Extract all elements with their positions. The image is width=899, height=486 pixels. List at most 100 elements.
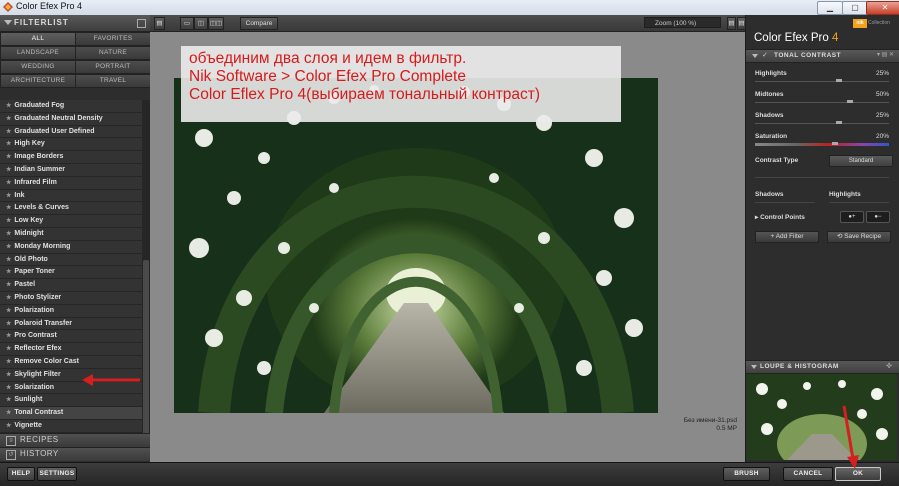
category-wedding[interactable]: WEDDING [0, 60, 76, 74]
slider-knob[interactable] [835, 121, 842, 124]
saturation-slider[interactable]: Saturation 20% [755, 133, 889, 153]
saturation-gradient-track[interactable] [755, 143, 889, 146]
filter-item[interactable]: ★ Polarization [0, 304, 142, 318]
contrast-type-select[interactable]: Standard [829, 155, 893, 167]
filter-item[interactable]: ★ Pastel [0, 279, 142, 292]
preview-photo[interactable] [174, 78, 658, 413]
filter-enable-check-icon[interactable]: ✓ [762, 51, 768, 59]
loupe-view[interactable] [747, 374, 897, 460]
filter-item[interactable]: ★ Monday Morning [0, 240, 142, 254]
help-button[interactable]: HELP [7, 467, 35, 481]
filter-item[interactable]: ★ Ink [0, 189, 142, 203]
minimize-button[interactable]: ▁ [817, 1, 843, 15]
category-favorites[interactable]: FAVORITES [75, 32, 151, 46]
single-view-button[interactable]: ▭ [180, 17, 194, 30]
slider-track[interactable] [755, 123, 889, 124]
favorite-star-icon[interactable]: ★ [6, 357, 11, 369]
filter-item[interactable]: ★ Low Key [0, 215, 142, 228]
compare-button[interactable]: Compare [240, 17, 278, 30]
slider-track[interactable] [755, 102, 889, 103]
filter-item[interactable]: ★ Remove Color Cast [0, 355, 142, 369]
history-section[interactable]: ↺ HISTORY [0, 447, 150, 461]
category-landscape[interactable]: LANDSCAPE [0, 46, 76, 60]
zoom-control[interactable]: Zoom (100 %) [644, 17, 721, 28]
split-view-button[interactable]: ◫ [194, 17, 208, 30]
category-travel[interactable]: TRAVEL [75, 74, 151, 88]
favorite-star-icon[interactable]: ★ [6, 216, 11, 228]
favorite-star-icon[interactable]: ★ [6, 165, 11, 177]
slider-knob[interactable] [831, 142, 838, 145]
filter-item[interactable]: ★ Pro Contrast [0, 330, 142, 344]
midtones-slider[interactable]: Midtones 50% [755, 91, 889, 111]
favorite-star-icon[interactable]: ★ [6, 331, 11, 343]
category-all[interactable]: ALL [0, 32, 76, 46]
highlights-slider[interactable]: Highlights 25% [755, 70, 889, 90]
filter-item[interactable]: ★ Indian Summer [0, 163, 142, 177]
side-by-side-view-button[interactable]: ◫◫ [208, 17, 224, 30]
brush-button[interactable]: BRUSH [723, 467, 770, 481]
favorite-star-icon[interactable]: ★ [6, 293, 11, 305]
category-architecture[interactable]: ARCHITECTURE [0, 74, 76, 88]
filter-item[interactable]: ★ Levels & Curves [0, 202, 142, 216]
favorite-star-icon[interactable]: ★ [6, 127, 11, 139]
slider-track[interactable] [755, 81, 889, 82]
favorite-star-icon[interactable]: ★ [6, 344, 11, 356]
filter-item[interactable]: ★ Graduated User Defined [0, 125, 142, 139]
recipes-section[interactable]: ≡ RECIPES [0, 433, 150, 447]
filter-item[interactable]: ★ Reflector Efex [0, 343, 142, 356]
filter-list-scrollbar[interactable] [142, 100, 150, 445]
scrollbar-thumb[interactable] [143, 260, 149, 440]
favorite-star-icon[interactable]: ★ [6, 101, 11, 113]
shadows-slider[interactable]: Shadows 25% [755, 112, 889, 132]
category-nature[interactable]: NATURE [75, 46, 151, 60]
filter-item[interactable]: ★ Photo Stylizer [0, 291, 142, 305]
cancel-button[interactable]: CANCEL [783, 467, 833, 481]
favorite-star-icon[interactable]: ★ [6, 280, 11, 292]
filter-options-icon[interactable]: ▾ ▤ ✕ [877, 51, 894, 58]
save-recipe-button[interactable]: ⟲ Save Recipe [827, 231, 891, 243]
favorite-star-icon[interactable]: ★ [6, 395, 11, 407]
close-button[interactable]: ✕ [866, 1, 899, 15]
filter-panel-toggle-icon[interactable]: ▤ [154, 17, 165, 30]
shadows-protect-track[interactable] [755, 202, 815, 203]
favorite-star-icon[interactable]: ★ [6, 267, 11, 279]
filter-item[interactable]: ★ Vignette [0, 419, 142, 433]
control-points-label[interactable]: ▸ Control Points [755, 213, 805, 221]
filter-item[interactable]: ★ Old Photo [0, 253, 142, 267]
tonal-contrast-header[interactable]: ✓ TONAL CONTRAST ▾ ▤ ✕ [746, 49, 899, 63]
favorite-star-icon[interactable]: ★ [6, 191, 11, 203]
favorite-star-icon[interactable]: ★ [6, 114, 11, 126]
loupe-histogram-header[interactable]: LOUPE & HISTOGRAM ✜ [746, 360, 899, 374]
favorite-star-icon[interactable]: ★ [6, 383, 11, 395]
favorite-star-icon[interactable]: ★ [6, 319, 11, 331]
favorite-star-icon[interactable]: ★ [6, 421, 11, 433]
category-portrait[interactable]: PORTRAIT [75, 60, 151, 74]
filter-item[interactable]: ★ Sunlight [0, 394, 142, 408]
favorite-star-icon[interactable]: ★ [6, 306, 11, 318]
filter-item[interactable]: ★ Infrared Film [0, 176, 142, 190]
favorite-star-icon[interactable]: ★ [6, 139, 11, 151]
add-filter-button[interactable]: + Add Filter [755, 231, 819, 243]
favorite-star-icon[interactable]: ★ [6, 178, 11, 190]
filter-item[interactable]: ★ Graduated Fog [0, 100, 142, 113]
filter-item[interactable]: ★ High Key [0, 138, 142, 152]
favorite-star-icon[interactable]: ★ [6, 242, 11, 254]
filter-item[interactable]: ★ Image Borders [0, 151, 142, 164]
filter-item[interactable]: ★ Midnight [0, 227, 142, 241]
settings-button[interactable]: SETTINGS [37, 467, 77, 481]
favorite-star-icon[interactable]: ★ [6, 370, 11, 382]
pin-icon[interactable]: ✜ [886, 362, 892, 370]
add-control-point-button[interactable]: ●+ [840, 211, 864, 223]
favorite-star-icon[interactable]: ★ [6, 203, 11, 215]
maximize-button[interactable]: ▢ [842, 1, 868, 15]
favorite-star-icon[interactable]: ★ [6, 408, 11, 420]
filter-item[interactable]: ★ Tonal Contrast [0, 407, 142, 420]
favorite-star-icon[interactable]: ★ [6, 255, 11, 267]
filter-item[interactable]: ★ Graduated Neutral Density [0, 112, 142, 126]
slider-knob[interactable] [835, 79, 842, 82]
filterlist-header[interactable]: FILTERLIST [0, 15, 150, 32]
remove-control-point-button[interactable]: ●− [866, 211, 890, 223]
filter-item[interactable]: ★ Polaroid Transfer [0, 317, 142, 331]
filter-item[interactable]: ★ Paper Toner [0, 266, 142, 280]
background-toggle-icon[interactable]: ▤ [727, 17, 736, 30]
